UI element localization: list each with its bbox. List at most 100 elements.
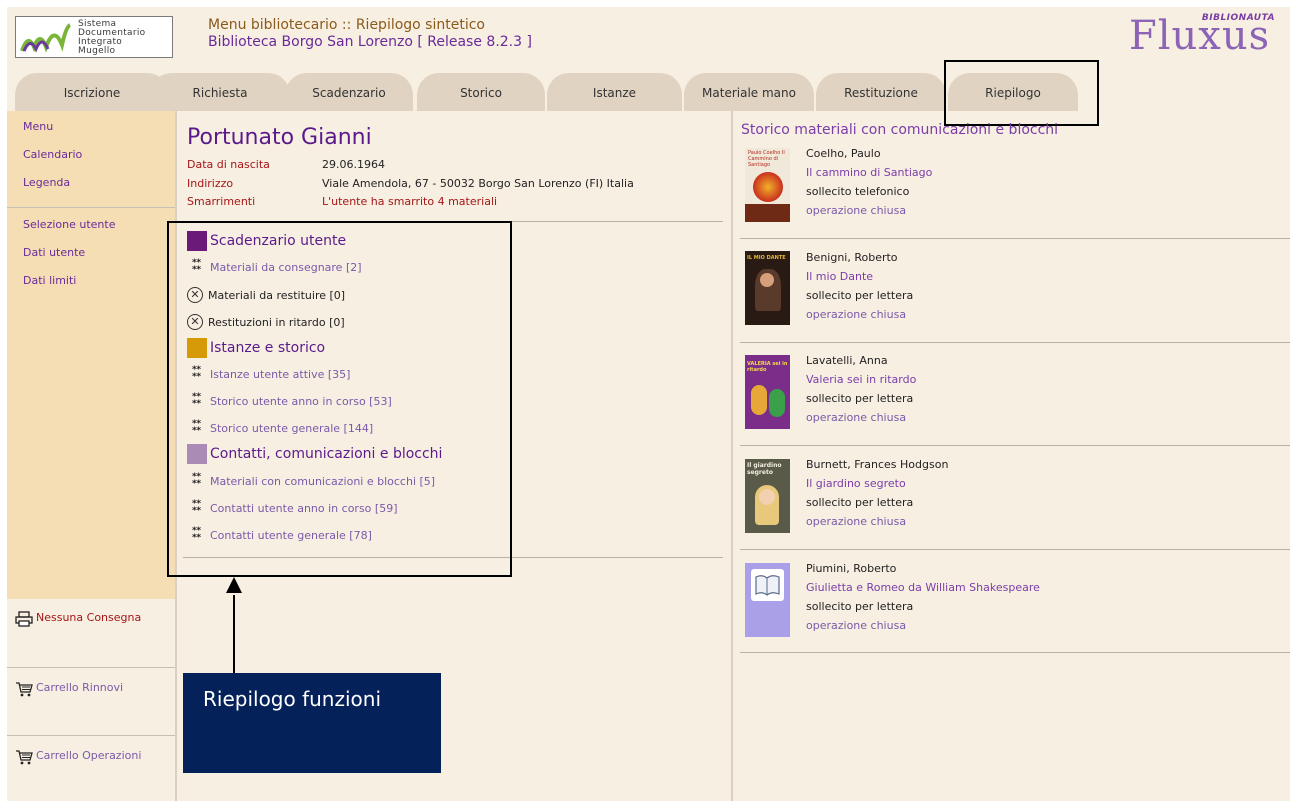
sidebar: Menu Calendario Legenda Selezione utente… [7,111,175,801]
tab-richiesta[interactable]: Richiesta [150,73,290,111]
history-record: Coelho, Paulo Il cammino di Santiago sol… [806,144,932,220]
record-status: sollecito per lettera [806,392,914,405]
section-title: Istanze e storico [210,340,326,356]
sdim-logo: Sistema Documentario Integrato Mugello [15,16,173,58]
cover-text: Il giardino segreto [747,462,782,476]
section-contatti: Contatti, comunicazioni e blocchi [187,444,442,464]
fn-label: Storico utente generale [144] [210,421,374,435]
sidebar-item-calendario[interactable]: Calendario [23,148,82,161]
carrello-operazioni-button[interactable]: Carrello Operazioni [15,749,141,765]
record-title-link[interactable]: Valeria sei in ritardo [806,370,916,389]
nessuna-consegna-label: Nessuna Consegna [36,611,142,624]
restituzioni-in-ritardo-item: ✕ Restituzioni in ritardo [0] [187,314,345,330]
asterisks-icon: ** ** [191,258,202,275]
book-icon [755,575,780,596]
book-cover: IL MIO DANTE [745,251,790,325]
tab-riepilogo[interactable]: Riepilogo [948,73,1078,111]
section-color-square [187,444,207,464]
record-operation: operazione chiusa [806,515,907,528]
history-record: Benigni, Roberto Il mio Dante sollecito … [806,248,913,324]
cart-icon [16,750,33,765]
history-record: Piumini, Roberto Giulietta e Romeo da Wi… [806,559,1040,635]
record-status: sollecito per lettera [806,600,914,613]
header: Sistema Documentario Integrato Mugello M… [7,7,1290,67]
history-title: Storico materiali con comunicazioni e bl… [741,122,1059,138]
divider [740,445,1290,446]
section-scadenzario: Scadenzario utente [187,231,346,251]
record-title-link[interactable]: Il cammino di Santiago [806,163,932,182]
asterisks-icon: ** ** [191,526,202,543]
page-title: Menu bibliotecario :: Riepilogo sintetic… [208,17,485,33]
birth-label: Data di nascita [187,158,270,171]
sidebar-item-legenda[interactable]: Legenda [23,176,70,189]
istanze-utente-attive-link[interactable]: ** ** Istanze utente attive [35] [187,365,351,382]
sidebar-item-selezione-utente[interactable]: Selezione utente [23,218,115,231]
tab-bar: Iscrizione Richiesta Scadenzario Storico… [7,73,1290,111]
circle-x-icon: ✕ [187,287,203,303]
arrow-up-icon [226,577,242,593]
divider [183,557,723,558]
history-record: Burnett, Frances Hodgson Il giardino seg… [806,455,948,531]
sidebar-item-menu[interactable]: Menu [23,120,53,133]
tab-storico[interactable]: Storico [417,73,545,111]
tab-materiale-mano[interactable]: Materiale mano [684,73,814,111]
callout-riepilogo-funzioni: Riepilogo funzioni [183,673,441,773]
record-author: Benigni, Roberto [806,251,898,264]
arrow-line [233,595,235,683]
asterisks-icon: ** ** [191,392,202,409]
divider [740,342,1290,343]
record-status: sollecito per lettera [806,496,914,509]
sidebar-divider [7,667,175,668]
record-title-link[interactable]: Il mio Dante [806,267,913,286]
section-title: Contatti, comunicazioni e blocchi [210,446,443,462]
materiali-da-consegnare-link[interactable]: ** ** Materiali da consegnare [2] [187,258,362,275]
address-value: Viale Amendola, 67 - 50032 Borgo San Lor… [322,177,634,190]
cover-text: Paulo Coelho Il Cammino di Santiago [748,150,785,168]
column-separator [731,111,733,801]
nessuna-consegna-button[interactable]: Nessuna Consegna [15,611,141,627]
record-operation: operazione chiusa [806,411,907,424]
lost-label: Smarrimenti [187,195,256,208]
fn-label: Restituzioni in ritardo [0] [208,315,345,329]
contatti-generale-link[interactable]: ** ** Contatti utente generale [78] [187,526,372,543]
record-author: Coelho, Paulo [806,147,881,160]
record-operation: operazione chiusa [806,204,907,217]
record-author: Piumini, Roberto [806,562,897,575]
fn-label: Storico utente anno in corso [53] [210,394,392,408]
circle-x-icon: ✕ [187,314,203,330]
section-color-square [187,231,207,251]
tab-istanze[interactable]: Istanze [547,73,682,111]
asterisks-icon: ** ** [191,365,202,382]
asterisks-icon: ** ** [191,419,202,436]
library-release: Biblioteca Borgo San Lorenzo [ Release 8… [208,34,532,50]
carrello-rinnovi-button[interactable]: Carrello Rinnovi [15,681,123,697]
address-label: Indirizzo [187,177,234,190]
birth-value: 29.06.1964 [322,158,385,171]
record-title-link[interactable]: Giulietta e Romeo da William Shakespeare [806,578,1040,597]
history-record: Lavatelli, Anna Valeria sei in ritardo s… [806,351,916,427]
storico-anno-in-corso-link[interactable]: ** ** Storico utente anno in corso [53] [187,392,392,409]
section-color-square [187,338,207,358]
tab-iscrizione[interactable]: Iscrizione [15,73,169,111]
cart-icon [16,682,33,697]
book-cover: Il giardino segreto [745,459,790,533]
contatti-anno-in-corso-link[interactable]: ** ** Contatti utente anno in corso [59] [187,500,398,516]
divider [740,549,1290,550]
materiali-comunicazioni-link[interactable]: ** ** Materiali con comunicazioni e blocc… [187,473,436,489]
section-istanze: Istanze e storico [187,338,325,358]
cover-text: VALERIA sei in ritardo [747,361,788,373]
logo-line: Mugello [78,46,116,56]
tab-scadenzario[interactable]: Scadenzario [285,73,413,111]
carrello-rinnovi-label: Carrello Rinnovi [36,681,124,694]
sidebar-item-dati-limiti[interactable]: Dati limiti [23,274,76,287]
lost-value[interactable]: L'utente ha smarrito 4 materiali [322,195,497,208]
section-title: Scadenzario utente [210,233,347,249]
storico-generale-link[interactable]: ** ** Storico utente generale [144] [187,419,374,436]
record-title-link[interactable]: Il giardino segreto [806,474,948,493]
column-separator [175,111,177,801]
record-author: Burnett, Frances Hodgson [806,458,949,471]
record-status: sollecito per lettera [806,289,914,302]
fn-label: Istanze utente attive [35] [210,367,351,381]
sidebar-item-dati-utente[interactable]: Dati utente [23,246,85,259]
tab-restituzione[interactable]: Restituzione [816,73,946,111]
